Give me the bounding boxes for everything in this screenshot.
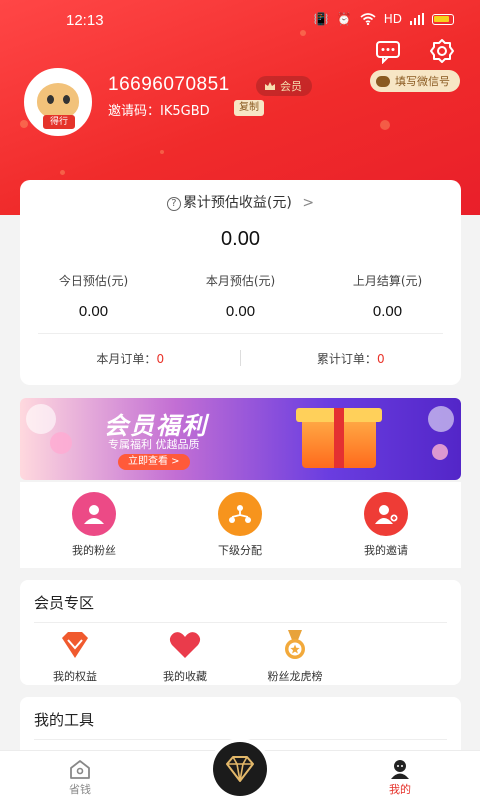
total-orders-value: 0	[376, 352, 385, 366]
member-item-leaderboard[interactable]: 粉丝龙虎榜	[250, 630, 340, 684]
battery-icon	[432, 13, 454, 25]
earnings-title: 累计预估收益(元)	[182, 195, 292, 211]
heart-icon	[169, 632, 201, 658]
quick-action-fans[interactable]: 我的粉丝	[54, 492, 134, 558]
stat-last-month: 上月结算(元) 0.00	[314, 272, 461, 320]
wifi-icon	[360, 13, 376, 25]
network-type: HD	[383, 12, 402, 26]
member-zone-title: 会员专区	[34, 594, 95, 612]
quick-actions: 我的粉丝 下级分配 我的邀请	[20, 482, 461, 568]
status-bar: 12:13 📳 ⏰ HD	[0, 0, 480, 40]
question-icon[interactable]: ?	[166, 197, 181, 211]
avatar-eye-left	[47, 95, 54, 104]
member-zone-section: 会员专区 我的权益 我的收藏 粉丝龙虎榜	[20, 580, 461, 685]
medal-icon	[285, 630, 305, 659]
bubble-decoration	[50, 432, 72, 454]
member-label: 会员	[280, 80, 302, 93]
member-benefit-banner[interactable]: 会员福利 专属福利 优越品质 立即查看 >	[20, 398, 461, 480]
orders-row: 本月订单：0 累计订单：0	[20, 350, 461, 367]
stat-label: 上月结算(元)	[352, 274, 423, 288]
status-time: 12:13	[66, 12, 104, 29]
card-divider	[38, 333, 443, 334]
invite-icon	[364, 492, 408, 536]
stat-value: 0.00	[372, 303, 403, 320]
invite-code: 邀请码：IK5GBD	[108, 104, 210, 119]
diamond-icon	[62, 632, 88, 658]
wechat-icon	[376, 75, 390, 87]
avatar-face	[37, 83, 79, 119]
stat-value: 0.00	[78, 303, 109, 320]
tab-mine[interactable]: 我的	[360, 759, 440, 797]
center-vip-button[interactable]	[209, 738, 271, 800]
orders-divider	[240, 350, 241, 366]
total-orders-label: 累计订单：	[316, 352, 377, 366]
stat-month: 本月预估(元) 0.00	[167, 272, 314, 320]
section-divider	[34, 622, 447, 623]
tab-label: 我的	[389, 783, 411, 796]
bubble-decoration	[26, 404, 56, 434]
fill-wechat-button[interactable]: 填写微信号	[370, 70, 460, 92]
member-item-label: 我的收藏	[163, 670, 207, 683]
gift-ribbon	[334, 408, 344, 468]
stat-label: 本月预估(元)	[205, 274, 276, 288]
banner-subtitle: 专属福利 优越品质	[108, 438, 200, 451]
monthly-orders[interactable]: 本月订单：0	[20, 350, 241, 367]
monthly-orders-value: 0	[156, 352, 165, 366]
quick-action-distribution[interactable]: 下级分配	[200, 492, 280, 558]
tools-title: 我的工具	[34, 711, 95, 729]
alarm-icon: ⏰	[336, 12, 352, 26]
status-icons: 📳 ⏰ HD	[314, 12, 454, 26]
quick-action-invite[interactable]: 我的邀请	[346, 492, 426, 558]
chevron-right-icon: >	[302, 195, 315, 211]
quick-action-label: 我的邀请	[364, 544, 408, 557]
earnings-total: 0.00	[221, 228, 260, 250]
gem-icon	[226, 756, 254, 782]
member-item-favorites[interactable]: 我的收藏	[140, 630, 230, 684]
fill-wechat-label: 填写微信号	[395, 75, 450, 88]
member-item-label: 粉丝龙虎榜	[267, 670, 323, 683]
avatar[interactable]: 得行	[24, 68, 92, 136]
quick-action-label: 下级分配	[218, 544, 262, 557]
center-vip-button-inner	[213, 742, 267, 796]
stat-label: 今日预估(元)	[58, 274, 129, 288]
message-icon[interactable]	[374, 38, 402, 64]
earnings-stats: 今日预估(元) 0.00 本月预估(元) 0.00 上月结算(元) 0.00	[20, 272, 461, 320]
crown-icon	[265, 82, 275, 90]
copy-button[interactable]: 复制	[234, 100, 264, 116]
bubble-decoration	[432, 444, 448, 460]
vibrate-icon: 📳	[313, 12, 329, 26]
avatar-eye-right	[63, 95, 70, 104]
user-icon	[391, 760, 409, 779]
stat-today: 今日预估(元) 0.00	[20, 272, 167, 320]
total-orders[interactable]: 累计订单：0	[241, 350, 462, 367]
tab-label: 省钱	[69, 783, 91, 796]
stat-value: 0.00	[225, 303, 256, 320]
home-icon	[70, 760, 90, 779]
signal-icon	[410, 13, 424, 25]
monthly-orders-label: 本月订单：	[96, 352, 157, 366]
earnings-title-row[interactable]: ? 累计预估收益(元) >	[20, 192, 461, 212]
quick-action-label: 我的粉丝	[72, 544, 116, 557]
share-icon	[218, 492, 262, 536]
user-phone: 16696070851	[108, 74, 230, 95]
fans-icon	[72, 492, 116, 536]
member-item-label: 我的权益	[53, 670, 97, 683]
earnings-card: ? 累计预估收益(元) > 0.00 今日预估(元) 0.00 本月预估(元) 0…	[20, 180, 461, 385]
header-actions	[374, 38, 456, 64]
member-badge: 会员	[256, 76, 312, 96]
member-item-rights[interactable]: 我的权益	[30, 630, 120, 684]
banner-cta-button[interactable]: 立即查看 >	[118, 454, 190, 470]
bubble-decoration	[428, 406, 454, 432]
avatar-tag: 得行	[43, 115, 75, 129]
settings-icon[interactable]	[428, 38, 456, 64]
tab-save-money[interactable]: 省钱	[40, 759, 120, 797]
